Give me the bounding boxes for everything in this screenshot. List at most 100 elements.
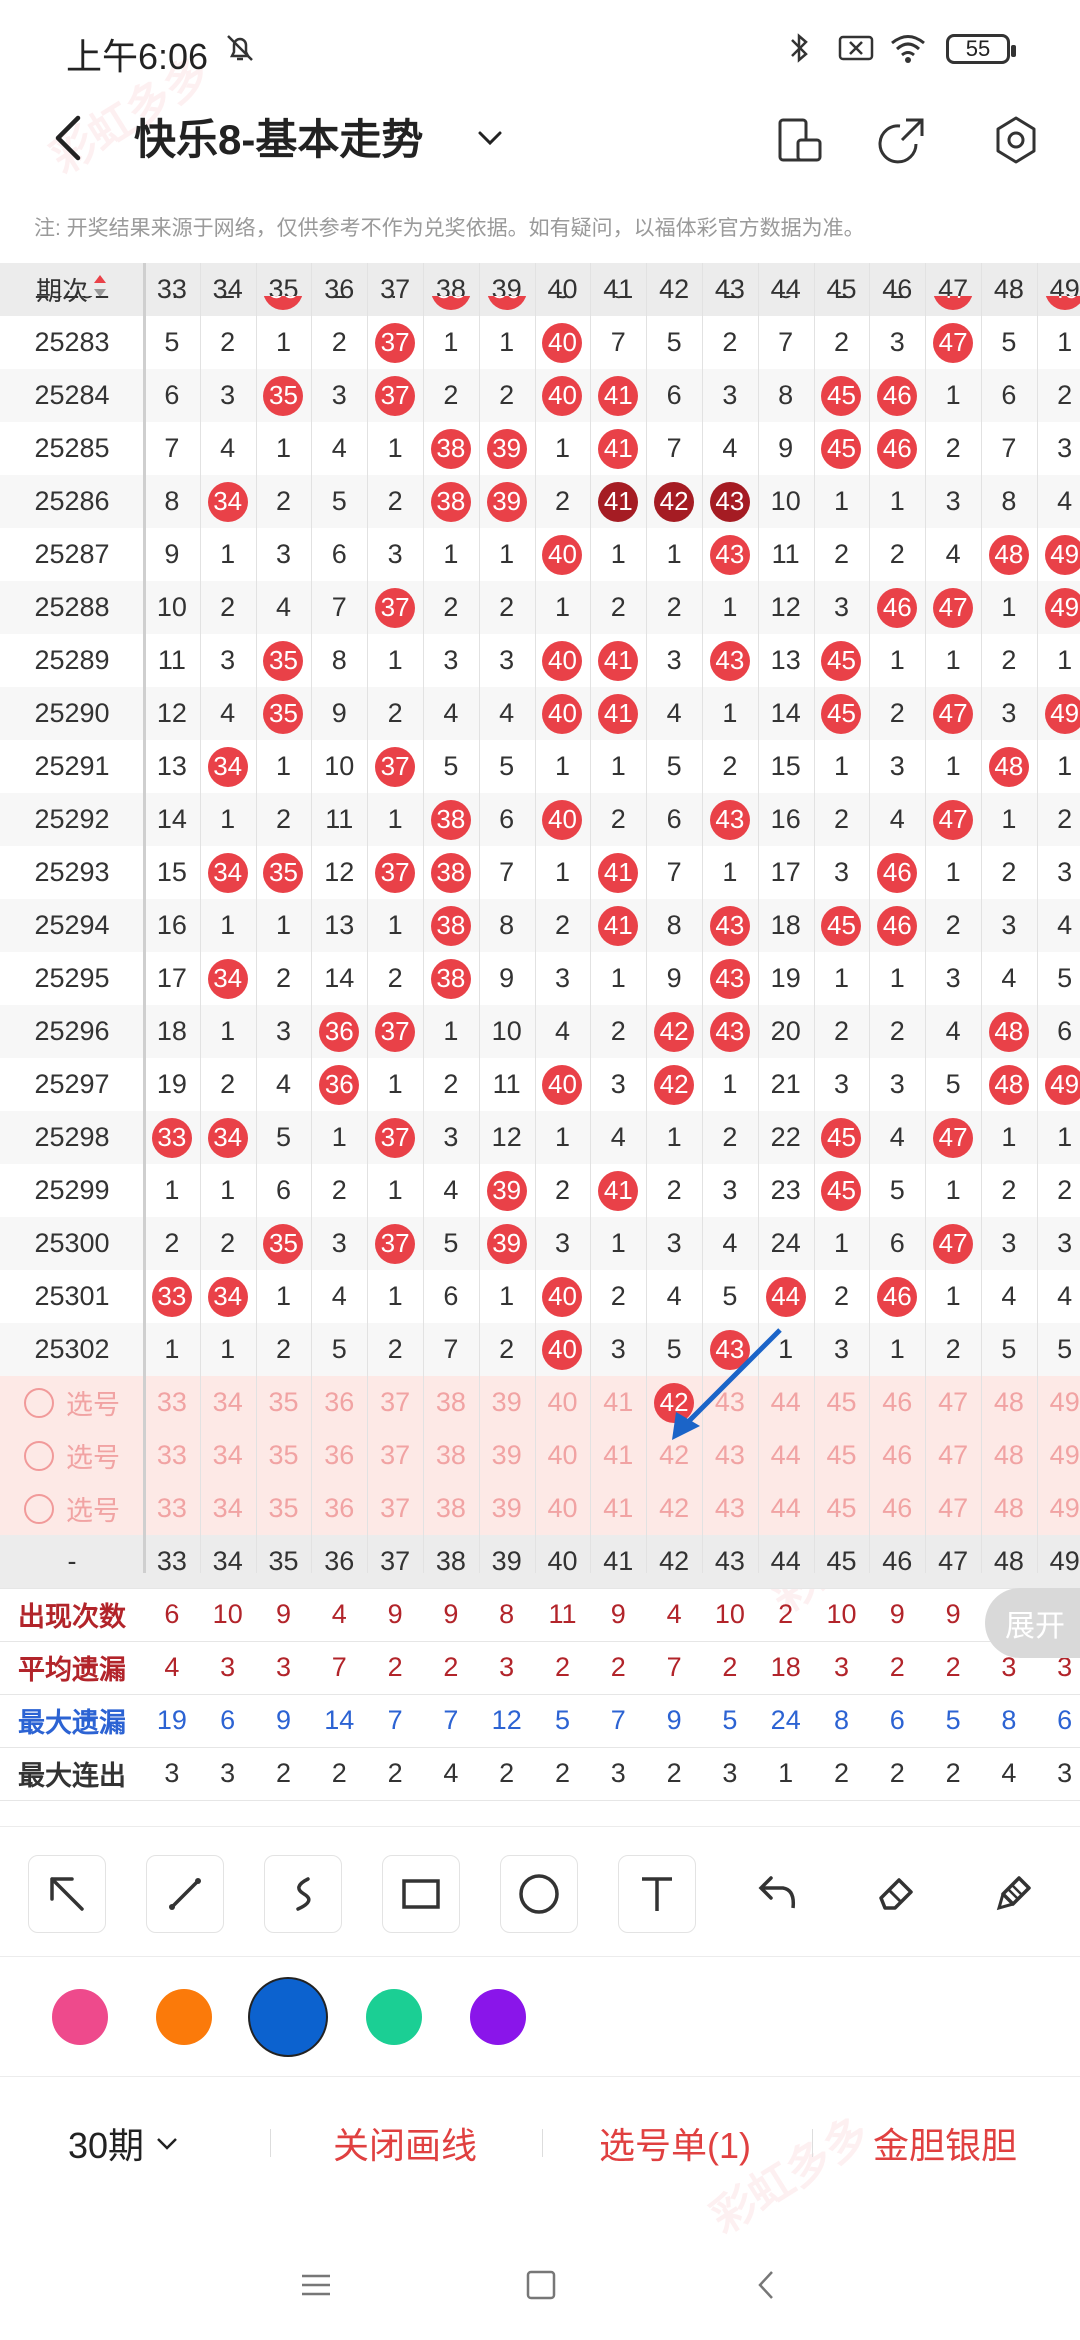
period-selector[interactable]: 30期	[40, 2077, 210, 2209]
pick-number-cell[interactable]: 39	[479, 1429, 535, 1482]
pick-number-cell[interactable]: 48	[981, 1376, 1037, 1429]
pick-number-cell[interactable]: 34	[200, 1376, 256, 1429]
pick-number-cell[interactable]: 48	[981, 1429, 1037, 1482]
pick-number-cell[interactable]: 41	[590, 1482, 646, 1535]
line-tool-button[interactable]	[146, 1855, 224, 1933]
color-swatch-blue-selected[interactable]	[250, 1979, 326, 2055]
number-cell: 1	[443, 327, 459, 357]
pick-number-cell[interactable]: 44	[758, 1376, 814, 1429]
page-title[interactable]: 快乐8-基本走势	[134, 108, 423, 172]
pick-number-cell[interactable]: 39	[479, 1482, 535, 1535]
share-button[interactable]	[876, 112, 932, 168]
pick-number-cell[interactable]: 40	[535, 1376, 591, 1429]
number-cell: 1	[889, 1334, 905, 1364]
pick-number-cell[interactable]: 49	[1037, 1429, 1080, 1482]
number-cell: 1	[275, 327, 291, 357]
pick-number-cell[interactable]: 42	[646, 1482, 702, 1535]
pick-radio-circle[interactable]	[24, 1387, 54, 1418]
home-nav-button[interactable]	[522, 2266, 560, 2309]
pick-number-cell[interactable]: 48	[981, 1482, 1037, 1535]
pick-number-cell[interactable]: 46	[869, 1482, 925, 1535]
pick-number-cell[interactable]: 34	[200, 1429, 256, 1482]
arrow-tool-button[interactable]	[28, 1855, 106, 1933]
pick-number-cell[interactable]: 37	[367, 1429, 423, 1482]
eraser-button[interactable]	[858, 1855, 934, 1931]
pick-row[interactable]: 选号 33 34 35 36 37 38 39 40 41 42 43 44 45 46 47 48 49	[0, 1376, 1080, 1430]
number-cell: 49	[1037, 528, 1080, 581]
pick-number-cell[interactable]: 43	[702, 1429, 758, 1482]
column-divider	[1036, 263, 1038, 1573]
gold-silver-button[interactable]: 金胆银胆	[840, 2077, 1050, 2209]
pick-number-cell[interactable]: 33	[144, 1429, 200, 1482]
pick-radio-circle[interactable]	[24, 1493, 54, 1524]
selected-number-ball[interactable]: 42	[654, 1382, 695, 1423]
pick-number-cell[interactable]: 33	[144, 1376, 200, 1429]
pick-number-cell[interactable]: 42	[646, 1429, 702, 1482]
color-swatch-pink[interactable]	[52, 1989, 108, 2045]
pick-number-cell[interactable]: 49	[1037, 1482, 1080, 1535]
color-swatch-orange[interactable]	[156, 1989, 212, 2045]
pick-number-cell[interactable]: 40	[535, 1429, 591, 1482]
number-cell: 4	[722, 1228, 738, 1258]
number-cell: 40	[535, 1058, 591, 1111]
pick-number-cell[interactable]: 44	[758, 1429, 814, 1482]
winning-number-ball: 43	[709, 534, 750, 575]
number-cell: 2	[833, 804, 849, 834]
curve-tool-button[interactable]	[264, 1855, 342, 1933]
pick-number-cell[interactable]: 45	[814, 1482, 870, 1535]
pick-number-cell[interactable]: 38	[423, 1482, 479, 1535]
stat-value-cell: 3	[164, 1758, 180, 1788]
clear-button[interactable]	[976, 1855, 1052, 1931]
pick-number-cell[interactable]: 46	[869, 1429, 925, 1482]
pick-radio-circle[interactable]	[24, 1440, 54, 1471]
screen-mode-button[interactable]	[772, 112, 828, 168]
pick-number-cell[interactable]: 43	[702, 1482, 758, 1535]
pick-number-cell[interactable]: 47	[925, 1482, 981, 1535]
pick-number-cell[interactable]: 36	[311, 1429, 367, 1482]
pick-number-cell[interactable]: 33	[144, 1482, 200, 1535]
pick-number-cell[interactable]: 36	[311, 1376, 367, 1429]
pick-number-cell[interactable]: 45	[814, 1376, 870, 1429]
pick-number-cell[interactable]: 49	[1037, 1376, 1080, 1429]
pick-number-cell[interactable]: 46	[869, 1376, 925, 1429]
settings-button[interactable]	[988, 112, 1044, 168]
pick-row[interactable]: 选号 33 34 35 36 37 38 39 40 41 42 43 44 45 46 47 48 49	[0, 1482, 1080, 1536]
pick-number-cell[interactable]: 38	[423, 1429, 479, 1482]
pick-number-cell[interactable]: 37	[367, 1376, 423, 1429]
color-swatch-green[interactable]	[366, 1989, 422, 2045]
pick-number-cell[interactable]: 41	[590, 1429, 646, 1482]
pick-number-cell[interactable]: 35	[256, 1429, 312, 1482]
pick-number-cell[interactable]: 35	[256, 1376, 312, 1429]
pick-number-cell[interactable]: 44	[758, 1482, 814, 1535]
pick-number-cell[interactable]: 39	[479, 1376, 535, 1429]
pick-number-cell[interactable]: 47	[925, 1429, 981, 1482]
pick-number-cell[interactable]: 35	[256, 1482, 312, 1535]
text-tool-button[interactable]	[618, 1855, 696, 1933]
circle-tool-button[interactable]	[500, 1855, 578, 1933]
pick-number-cell[interactable]: 34	[200, 1482, 256, 1535]
pick-number-cell[interactable]: 42	[646, 1376, 702, 1429]
close-lines-button[interactable]: 关闭画线	[300, 2077, 510, 2209]
title-dropdown-chevron-icon[interactable]	[470, 118, 510, 158]
pick-number-cell[interactable]: 45	[814, 1429, 870, 1482]
pick-number-cell[interactable]: 43	[702, 1376, 758, 1429]
pick-list-button[interactable]: 选号单(1)	[570, 2077, 780, 2209]
table-row: 25285 7 4 1 4 1 38 39 1 41 7 4 9 45 46 2 7 3	[0, 422, 1080, 476]
pick-number-cell[interactable]: 40	[535, 1482, 591, 1535]
undo-button[interactable]	[740, 1855, 816, 1931]
pick-number-cell[interactable]: 36	[311, 1482, 367, 1535]
back-nav-button[interactable]	[748, 2266, 786, 2309]
rectangle-tool-button[interactable]	[382, 1855, 460, 1933]
winning-number-ball: 42	[654, 1064, 695, 1105]
pick-number-cell[interactable]: 41	[590, 1376, 646, 1429]
expand-button[interactable]: 展开	[985, 1588, 1080, 1658]
menu-nav-button[interactable]	[296, 2268, 336, 2307]
pick-row[interactable]: 选号 33 34 35 36 37 38 39 40 41 42 43 44 45 46 47 48 49	[0, 1429, 1080, 1483]
number-cell: 2	[443, 592, 459, 622]
back-button[interactable]	[40, 108, 100, 168]
pick-number-cell[interactable]: 38	[423, 1376, 479, 1429]
pick-number-cell[interactable]: 37	[367, 1482, 423, 1535]
color-swatch-purple[interactable]	[470, 1989, 526, 2045]
table-row: 25284 6 3 35 3 37 2 2 40 41 6 3 8 45 46 1 6 2	[0, 369, 1080, 423]
pick-number-cell[interactable]: 47	[925, 1376, 981, 1429]
